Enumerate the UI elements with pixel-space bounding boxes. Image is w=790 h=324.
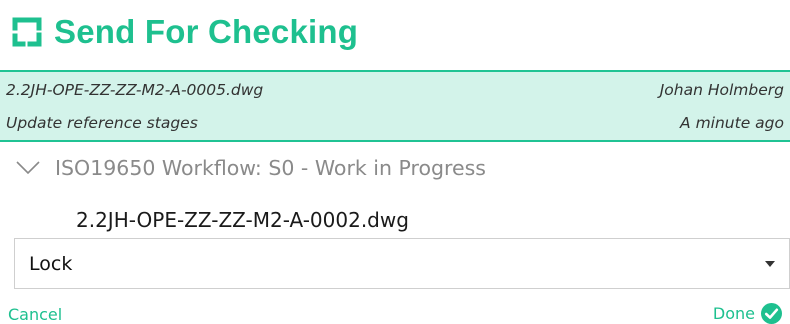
cancel-button[interactable]: Cancel [8, 305, 62, 324]
info-row-comment: Update reference stages A minute ago [6, 114, 784, 132]
chevron-down-icon [16, 161, 40, 175]
document-comment: Update reference stages [6, 114, 198, 132]
document-time: A minute ago [680, 114, 784, 132]
dropdown-arrow-icon [765, 261, 775, 267]
action-select[interactable]: Lock [14, 238, 790, 289]
bracket-logo-icon [12, 17, 42, 47]
done-label: Done [712, 304, 755, 323]
dialog-header: Send For Checking [12, 10, 358, 54]
document-info-panel: 2.2JH-OPE-ZZ-ZZ-M2-A-0005.dwg Johan Holm… [0, 70, 790, 142]
dialog-title: Send For Checking [54, 13, 359, 50]
info-row-file: 2.2JH-OPE-ZZ-ZZ-M2-A-0005.dwg Johan Holm… [6, 81, 784, 99]
workflow-group-toggle[interactable]: ISO19650 Workflow: S0 - Work in Progress [16, 156, 486, 180]
action-select-value: Lock [29, 253, 73, 275]
document-file-name: 2.2JH-OPE-ZZ-ZZ-M2-A-0005.dwg [6, 81, 264, 99]
check-circle-icon [761, 303, 782, 324]
document-user: Johan Holmberg [659, 81, 784, 99]
workflow-label: ISO19650 Workflow: S0 - Work in Progress [55, 156, 486, 180]
workflow-item-file-name: 2.2JH-OPE-ZZ-ZZ-M2-A-0002.dwg [76, 208, 409, 232]
done-button[interactable]: Done [713, 303, 782, 324]
